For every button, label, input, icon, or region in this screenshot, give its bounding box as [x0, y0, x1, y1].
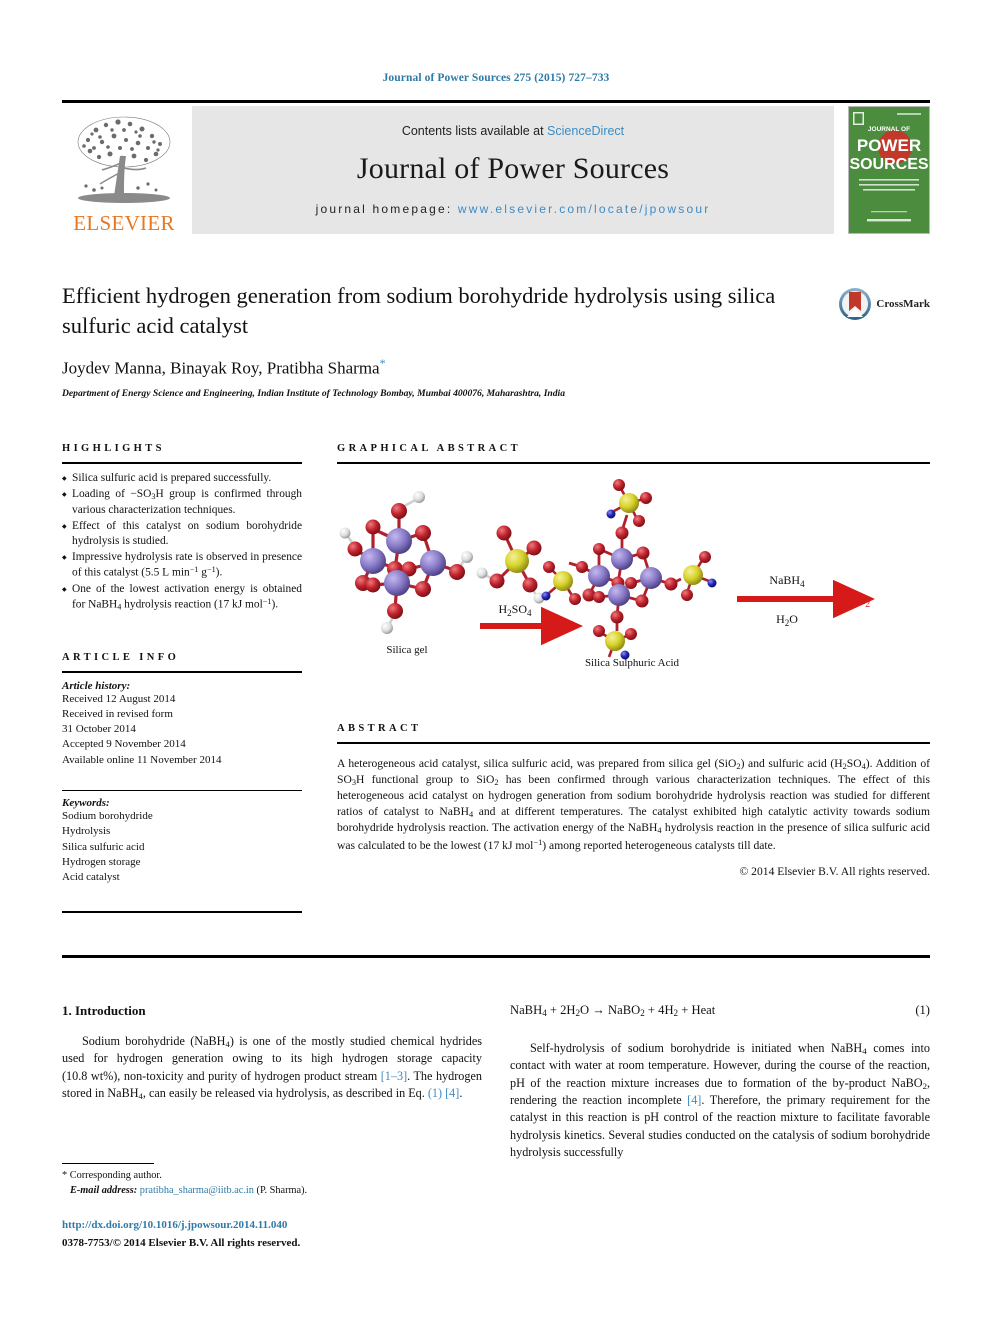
right-column-paragraph: Self-hydrolysis of sodium borohydride is… [510, 1041, 930, 1160]
introduction-heading: 1. Introduction [62, 1003, 146, 1018]
masthead-top-rule [62, 100, 930, 103]
keyword-item: Acid catalyst [62, 870, 120, 883]
doi-link[interactable]: http://dx.doi.org/10.1016/j.jpowsour.201… [62, 1218, 482, 1233]
journal-title: Journal of Power Sources [356, 152, 670, 185]
article-history-item: Accepted 9 November 2014 [62, 738, 186, 751]
article-info-block: ARTICLE INFO Article history: Received 1… [62, 652, 302, 913]
page-title: Efficient hydrogen generation from sodiu… [62, 283, 776, 338]
footnote-block: * Corresponding author. E-mail address: … [62, 1163, 482, 1199]
citation-link[interactable]: [1–3] [381, 1069, 407, 1083]
keywords-rule [62, 789, 302, 792]
nabh4-label: NaBH4 [769, 573, 805, 589]
abstract-copyright: © 2014 Elsevier B.V. All rights reserved… [739, 864, 930, 878]
graphical-abstract-heading: GRAPHICAL ABSTRACT [337, 443, 522, 454]
article-history-label: Article history: [62, 679, 131, 692]
sulfuric-acid-molecule: H2SO4 [476, 525, 545, 618]
keyword-item: Sodium borohydride [62, 810, 153, 823]
body-column-right: NaBH4 + 2H2O → NaBO2 + 4H2 + Heat (1) Se… [510, 1003, 930, 1161]
email-suffix: (P. Sharma). [256, 1185, 308, 1197]
keyword-item: Hydrolysis [62, 825, 111, 838]
silica-sulphuric-acid-molecule: Silica Sulphuric Acid [541, 479, 717, 669]
svg-text:SOURCES: SOURCES [849, 156, 928, 173]
list-item: One of the lowest activation energy is o… [62, 582, 302, 614]
corresponding-author-note: * Corresponding author. [62, 1170, 162, 1182]
article-history-item: Received 12 August 2014 [62, 692, 176, 705]
contents-available-line: Contents lists available at ScienceDirec… [402, 124, 624, 138]
body-column-left: 1. Introduction Sodium borohydride (NaBH… [62, 1003, 482, 1102]
journal-cover-art: JOURNAL OF POWER SOURCES [849, 107, 929, 233]
running-head: Journal of Power Sources 275 (2015) 727–… [382, 72, 610, 84]
article-info-rule [62, 670, 302, 673]
highlight-text: Effect of this catalyst on sodium borohy… [72, 520, 302, 548]
list-item: Impressive hydrolysis rate is observed i… [62, 550, 302, 581]
email-link[interactable]: pratibha_sharma@iitb.ac.in [140, 1185, 254, 1196]
affiliation: Department of Energy Science and Enginee… [62, 388, 566, 400]
author-list: Joydev Manna, Binayak Roy, Pratibha Shar… [62, 356, 930, 379]
abstract-block: ABSTRACT A heterogeneous acid catalyst, … [337, 723, 930, 878]
silica-gel-label: Silica gel [386, 644, 427, 656]
list-item: Silica sulfuric acid is prepared success… [62, 471, 302, 487]
article-history-item: 31 October 2014 [62, 723, 136, 736]
highlight-text: Silica sulfuric acid is prepared success… [72, 472, 272, 484]
h2o-label: H2O [776, 612, 798, 628]
email-label: E-mail address: [70, 1185, 138, 1197]
homepage-prefix: journal homepage: [315, 202, 458, 216]
highlights-heading: HIGHLIGHTS [62, 443, 165, 454]
abstract-body: A heterogeneous acid catalyst, silica su… [337, 756, 931, 852]
list-item: Loading of −SO3H group is confirmed thro… [62, 487, 302, 518]
equation-row: NaBH4 + 2H2O → NaBO2 + 4H2 + Heat (1) [510, 1003, 930, 1018]
article-history-item: Received in revised form [62, 708, 173, 721]
introduction-paragraph: Sodium borohydride (NaBH4) is one of the… [62, 1034, 483, 1101]
masthead-center: Contents lists available at ScienceDirec… [192, 106, 834, 234]
journal-masthead: ELSEVIER Contents lists available at Sci… [62, 100, 930, 234]
corresponding-author-marker: * [379, 356, 386, 371]
journal-homepage-line: journal homepage: www.elsevier.com/locat… [316, 202, 711, 216]
equation-text: NaBH4 + 2H2O → NaBO2 + 4H2 + Heat [510, 1003, 716, 1018]
footnote-rule [62, 1163, 154, 1165]
silica-sulphuric-acid-label: Silica Sulphuric Acid [585, 657, 680, 669]
article-info-heading: ARTICLE INFO [62, 651, 180, 663]
h2so4-label: H2SO4 [498, 602, 532, 618]
svg-text:JOURNAL OF: JOURNAL OF [868, 126, 910, 133]
keywords-label: Keywords: [62, 797, 110, 810]
article-history-item: Available online 11 November 2014 [62, 753, 222, 766]
equation-number: (1) [915, 1003, 930, 1017]
hydrogen-product-label: H2 [856, 592, 870, 610]
highlights-column: HIGHLIGHTS Silica sulfuric acid is prepa… [62, 443, 302, 920]
article-page: Journal of Power Sources 275 (2015) 727–… [0, 0, 992, 1323]
title-block: Efficient hydrogen generation from sodiu… [62, 281, 930, 399]
elsevier-logo: ELSEVIER [62, 106, 192, 234]
citation-link[interactable]: [4] [687, 1093, 701, 1107]
list-item: Effect of this catalyst on sodium borohy… [62, 519, 302, 549]
elsevier-wordmark: ELSEVIER [73, 211, 175, 235]
elsevier-tree-icon [77, 116, 171, 203]
abstract-rule [337, 742, 930, 744]
graphical-abstract-rule [337, 462, 930, 464]
journal-cover-thumbnail: JOURNAL OF POWER SOURCES [848, 106, 930, 234]
keyword-item: Silica sulfuric acid [62, 840, 145, 853]
issn-copyright-line: 0378-7753/© 2014 Elsevier B.V. All right… [62, 1236, 301, 1249]
section-divider-rule [62, 955, 930, 958]
author-names: Joydev Manna, Binayak Roy, Pratibha Shar… [62, 359, 380, 379]
graphical-abstract-column: GRAPHICAL ABSTRACT Silica gel H2SO4 Sili… [337, 443, 930, 878]
highlights-rule [62, 462, 302, 464]
crossmark-badge[interactable]: CrossMark [838, 287, 930, 321]
keyword-item: Hydrogen storage [62, 855, 141, 868]
email-note: E-mail address: pratibha_sharma@iitb.ac.… [62, 1184, 482, 1199]
article-info-bottom-rule [62, 911, 302, 913]
citation-link[interactable]: [4] [445, 1086, 459, 1100]
svg-text:POWER: POWER [857, 136, 921, 155]
graphical-abstract-figure: Silica gel H2SO4 Silica Sulphuric Acid N… [337, 471, 930, 671]
highlights-list: Silica sulfuric acid is prepared success… [62, 471, 302, 614]
reaction-scheme-diagram: Silica gel H2SO4 Silica Sulphuric Acid N… [339, 479, 875, 669]
crossmark-label: CrossMark [876, 298, 930, 310]
crossmark-icon [839, 288, 872, 320]
homepage-url-link[interactable]: www.elsevier.com/locate/jpowsour [458, 202, 710, 216]
abstract-heading: ABSTRACT [337, 723, 422, 734]
contents-prefix: Contents lists available at [401, 124, 548, 138]
doi-block: http://dx.doi.org/10.1016/j.jpowsour.201… [62, 1218, 482, 1251]
silica-gel-molecule: Silica gel [339, 491, 473, 656]
sciencedirect-link[interactable]: ScienceDirect [547, 124, 624, 138]
equation-link[interactable]: (1) [428, 1086, 442, 1100]
